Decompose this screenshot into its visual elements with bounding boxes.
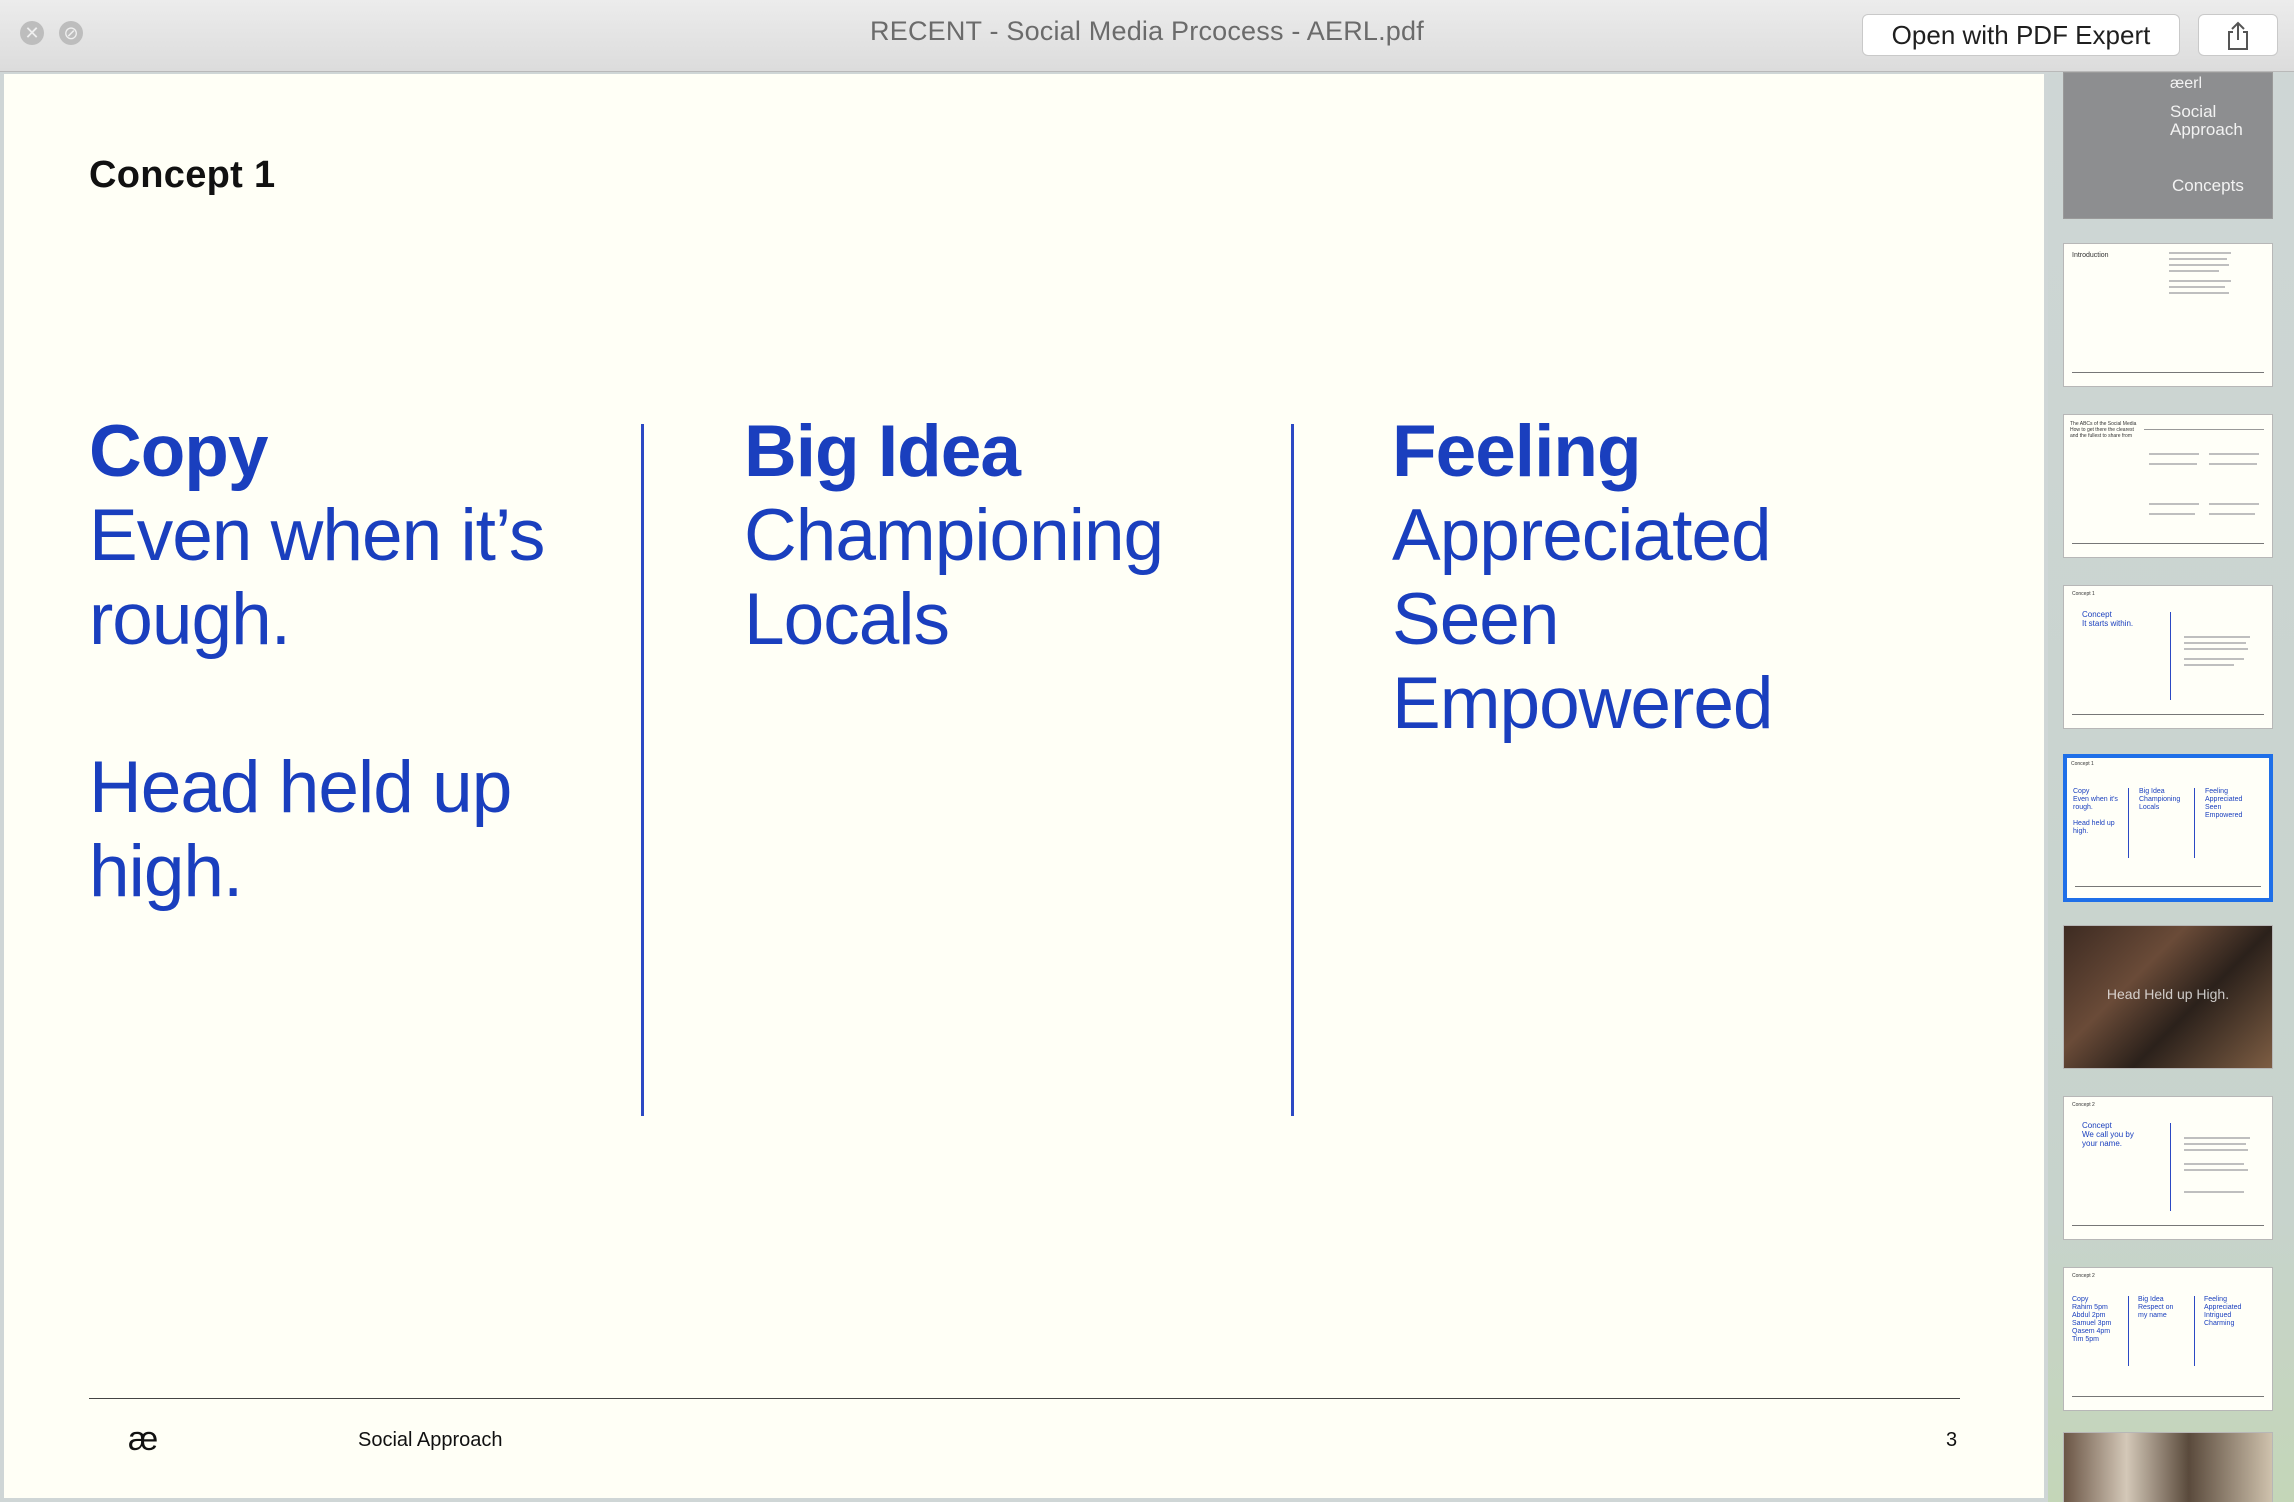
thumb-text-line — [2209, 453, 2259, 455]
thumb-divider — [2128, 788, 2129, 858]
thumb-text-line — [2184, 648, 2248, 650]
thumb-footer-rule — [2072, 714, 2264, 715]
thumb-text-line — [2169, 258, 2227, 260]
thumb-text: The ABCs of the Social Media How to get … — [2070, 421, 2137, 439]
thumb-text-line — [2149, 503, 2199, 505]
feeling-line: Appreciated — [1392, 495, 1772, 576]
feeling-line: Seen — [1392, 579, 1559, 660]
thumb-blue-text: Big Idea Respect on my name — [2138, 1296, 2174, 1319]
thumb-divider — [2194, 1296, 2195, 1366]
page-thumbnail-1[interactable]: æerl Social Approach Concepts — [2063, 72, 2273, 219]
thumb-text-line — [2169, 270, 2219, 272]
thumb-blue-text: Concept We call you by your name. — [2082, 1121, 2134, 1148]
open-with-pdf-expert-button[interactable]: Open with PDF Expert — [1862, 14, 2180, 56]
thumb-footer-rule — [2072, 1225, 2264, 1226]
thumb-text-line — [2184, 642, 2246, 644]
thumb-blue-text: Feeling Appreciated Seen Empowered — [2205, 788, 2243, 819]
page-thumbnail-4[interactable]: Concept 1 Concept It starts within. — [2063, 585, 2273, 729]
thumb-footer-rule — [2072, 543, 2264, 544]
thumb-text-line — [2169, 292, 2229, 294]
big-idea-heading: Big Idea — [744, 411, 1021, 492]
page-thumbnail-3[interactable]: The ABCs of the Social Media How to get … — [2063, 414, 2273, 558]
page-number: 3 — [1946, 1429, 1958, 1451]
thumbnail-sidebar[interactable]: æerl Social Approach Concepts Introducti… — [2048, 72, 2294, 1502]
thumb-text: Concept 2 — [2072, 1102, 2095, 1108]
thumb-blue-text: Feeling Appreciated Intrigued Charming — [2204, 1296, 2242, 1327]
column-divider — [1291, 424, 1294, 1116]
thumb-text-line — [2184, 1149, 2248, 1151]
thumb-text-line — [2184, 1191, 2244, 1193]
thumb-text: Concept 1 — [2072, 591, 2095, 597]
thumb-blue-text: Big Idea Championing Locals — [2139, 788, 2181, 811]
thumb-text-line — [2184, 1143, 2246, 1145]
thumb-divider — [2170, 1123, 2171, 1211]
feeling-column: Feeling Appreciated Seen Empowered — [1392, 410, 1774, 746]
page-thumbnail-7[interactable]: Concept 2 Concept We call you by your na… — [2063, 1096, 2273, 1240]
thumb-text-line — [2169, 252, 2231, 254]
thumb-text: Introduction — [2072, 252, 2109, 259]
page-thumbnail-9[interactable] — [2063, 1432, 2273, 1502]
copy-column: Copy Even when it’s rough. Head held up … — [89, 410, 545, 914]
thumb-text-line — [2184, 1169, 2248, 1171]
big-idea-column: Big Idea Championing Locals — [744, 410, 1164, 662]
thumb-text: Concept 1 — [2071, 761, 2094, 767]
thumb-brand: æerl — [2170, 75, 2203, 92]
page-heading: Concept 1 — [89, 154, 276, 196]
thumb-text-line — [2149, 453, 2199, 455]
thumb-footer-rule — [2075, 886, 2261, 887]
thumb-text-line — [2169, 264, 2229, 266]
thumb-text-line — [2184, 658, 2244, 660]
footer-rule — [89, 1398, 1960, 1399]
thumb-blue-text: Copy Rahim 5pm Abdul 2pm Samuel 3pm Qase… — [2072, 1296, 2112, 1343]
thumb-text-line — [2209, 513, 2255, 515]
footer-logo: æ — [128, 1420, 159, 1458]
copy-line: high. — [89, 831, 243, 912]
page-thumbnail-6[interactable]: Head Held up High. — [2063, 925, 2273, 1069]
share-icon — [2228, 21, 2248, 50]
thumb-text-line — [2144, 429, 2264, 430]
title-bar: ✕ ⊘ RECENT - Social Media Prcocess - AER… — [0, 0, 2294, 72]
feeling-line: Empowered — [1392, 663, 1774, 744]
thumb-blue-text: Concept It starts within. — [2082, 610, 2134, 628]
copy-line: Even when it’s — [89, 495, 545, 576]
copy-line: rough. — [89, 579, 291, 660]
copy-heading: Copy — [89, 411, 269, 492]
thumb-text-line — [2169, 286, 2225, 288]
thumb-text-line — [2149, 463, 2197, 465]
thumb-text-line — [2184, 1137, 2250, 1139]
thumb-title: Social Approach — [2170, 102, 2243, 139]
thumb-subtitle: Concepts — [2172, 176, 2244, 195]
big-idea-line: Locals — [744, 579, 950, 660]
thumb-text-line — [2184, 636, 2250, 638]
page-thumbnail-8[interactable]: Concept 2 Copy Rahim 5pm Abdul 2pm Samue… — [2063, 1267, 2273, 1411]
pdf-page: Concept 1 Copy Even when it’s rough. Hea… — [4, 74, 2044, 1498]
thumb-footer-rule — [2072, 1396, 2264, 1397]
column-divider — [641, 424, 644, 1116]
thumb-divider — [2128, 1296, 2129, 1366]
page-thumbnail-5-current[interactable]: Concept 1 Copy Even when it's rough. Hea… — [2063, 754, 2273, 902]
share-button[interactable] — [2198, 14, 2278, 56]
thumb-text-line — [2149, 513, 2195, 515]
footer-label: Social Approach — [358, 1429, 503, 1451]
thumb-divider — [2194, 788, 2195, 858]
copy-line: Head held up — [89, 747, 512, 828]
thumb-text-line — [2209, 503, 2259, 505]
page-thumbnail-2[interactable]: Introduction — [2063, 243, 2273, 387]
thumb-text: Concept 2 — [2072, 1273, 2095, 1279]
feeling-heading: Feeling — [1392, 411, 1642, 492]
thumb-text-line — [2184, 1163, 2244, 1165]
thumb-caption: Head Held up High. — [2106, 986, 2230, 1002]
thumb-text-line — [2184, 664, 2234, 666]
thumb-footer-rule — [2072, 372, 2264, 373]
thumb-text-line — [2209, 463, 2257, 465]
big-idea-line: Championing — [744, 495, 1164, 576]
thumb-text-line — [2169, 280, 2231, 282]
thumb-blue-text: Copy Even when it's rough. Head held up … — [2073, 788, 2118, 835]
thumb-divider — [2170, 612, 2171, 700]
